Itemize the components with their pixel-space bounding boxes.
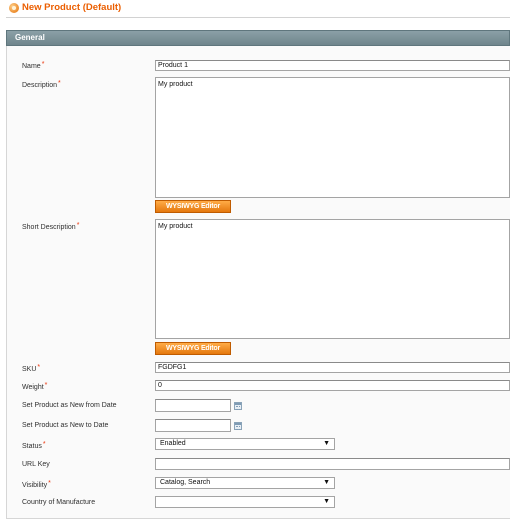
required-marker: *: [44, 382, 48, 389]
country-select[interactable]: ▼: [155, 496, 335, 508]
short-description-wysiwyg-button[interactable]: WYSIWYG Editor: [155, 342, 231, 355]
chevron-down-icon: ▼: [323, 440, 330, 447]
section-title: General: [15, 33, 45, 42]
status-label: Status*: [22, 441, 46, 450]
required-marker: *: [37, 364, 41, 371]
required-marker: *: [42, 441, 46, 448]
required-marker: *: [58, 80, 61, 87]
description-label: Description*: [22, 80, 61, 89]
description-textarea[interactable]: My product: [155, 77, 510, 198]
visibility-label: Visibility*: [22, 480, 51, 489]
new-from-date-label: Set Product as New from Date: [22, 402, 117, 409]
name-input[interactable]: Product 1: [155, 60, 510, 71]
url-key-input[interactable]: [155, 458, 510, 470]
required-marker: *: [41, 61, 45, 68]
required-marker: *: [48, 480, 51, 487]
short-description-textarea[interactable]: My product: [155, 219, 510, 339]
required-marker: *: [76, 222, 80, 229]
product-icon: [9, 3, 19, 13]
page-title: New Product (Default): [22, 2, 122, 13]
page-header: New Product (Default): [0, 0, 510, 17]
description-wysiwyg-button[interactable]: WYSIWYG Editor: [155, 200, 231, 213]
chevron-down-icon: ▼: [323, 498, 330, 505]
header-divider: [6, 17, 510, 18]
calendar-icon[interactable]: [234, 422, 242, 430]
general-section-header[interactable]: General: [6, 30, 510, 46]
new-from-date-input[interactable]: [155, 399, 231, 412]
visibility-select[interactable]: Catalog, Search ▼: [155, 477, 335, 489]
new-to-date-input[interactable]: [155, 419, 231, 432]
status-select[interactable]: Enabled ▼: [155, 438, 335, 450]
name-label: Name*: [22, 61, 45, 70]
sku-label: SKU*: [22, 364, 41, 373]
weight-input[interactable]: 0: [155, 380, 510, 391]
calendar-icon[interactable]: [234, 402, 242, 410]
url-key-label: URL Key: [22, 461, 50, 468]
chevron-down-icon: ▼: [323, 479, 330, 486]
country-label: Country of Manufacture: [22, 499, 96, 506]
new-to-date-label: Set Product as New to Date: [22, 422, 109, 429]
sku-input[interactable]: FGDFG1: [155, 362, 510, 373]
short-description-label: Short Description*: [22, 222, 80, 231]
weight-label: Weight*: [22, 382, 48, 391]
